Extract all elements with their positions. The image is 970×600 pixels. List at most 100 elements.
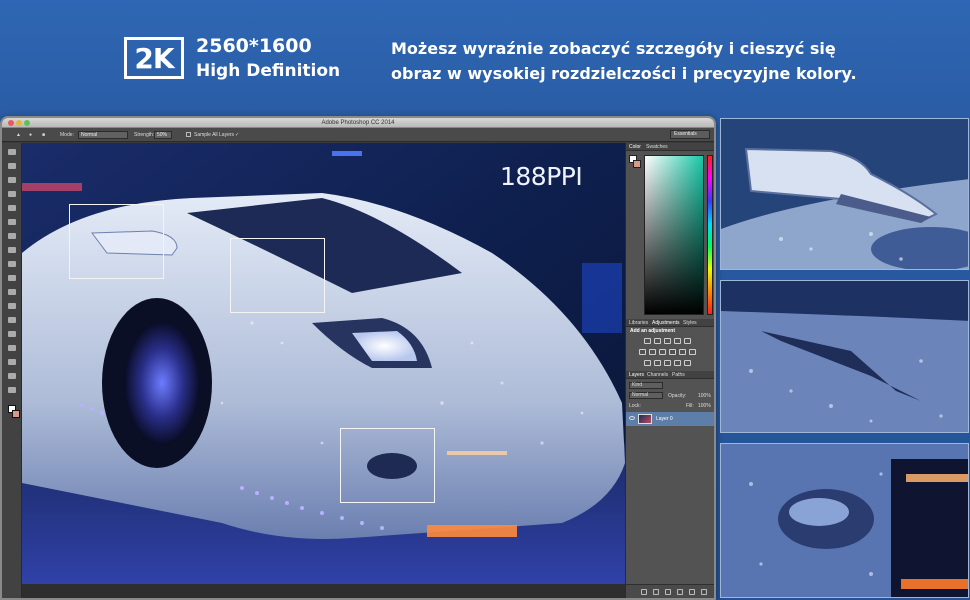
status-bar [22, 584, 625, 598]
layers-panel-tabs: Layers Channels Paths [626, 371, 714, 379]
brush-preset-icon[interactable]: ■ [42, 131, 45, 139]
color-balance-icon[interactable] [649, 349, 656, 355]
strength-label: Strength: [134, 132, 155, 138]
dodge-tool-icon[interactable] [8, 331, 16, 337]
layer-filter-select[interactable]: Kind [629, 382, 663, 389]
blend-mode-select[interactable]: Normal [629, 392, 663, 399]
exposure-icon[interactable] [674, 338, 681, 344]
layer-row[interactable]: Layer 0 [626, 412, 714, 426]
hand-tool-icon[interactable] [8, 387, 16, 393]
type-tool-icon[interactable] [8, 359, 16, 365]
photoshop-window: Adobe Photoshop CC 2014 ▲ ● ■ Mode: Norm… [0, 116, 716, 600]
pen-tool-icon[interactable] [8, 345, 16, 351]
stamp-tool-icon[interactable] [8, 261, 16, 267]
ppi-label: 188PPI [500, 162, 583, 191]
mode-label: Mode: [60, 132, 74, 138]
tagline-line-2: obraz w wysokiej rozdzielczości i precyz… [391, 64, 857, 83]
crop-tool-icon[interactable] [8, 205, 16, 211]
color-picker-field[interactable] [644, 155, 704, 315]
zoom-box-hood-vent [230, 238, 325, 313]
tab-libraries[interactable]: Libraries [629, 320, 648, 326]
threshold-icon[interactable] [664, 360, 671, 366]
gradient-map-icon[interactable] [674, 360, 681, 366]
workspace-select[interactable]: Essentials [670, 130, 710, 139]
quick-select-tool-icon[interactable] [8, 191, 16, 197]
history-brush-tool-icon[interactable] [8, 275, 16, 281]
eyedropper-tool-icon[interactable] [8, 219, 16, 225]
trash-icon[interactable] [701, 589, 707, 595]
zoom-panel-mirror [720, 118, 969, 270]
curves-icon[interactable] [664, 338, 671, 344]
tab-paths[interactable]: Paths [672, 372, 685, 378]
brush-size-icon[interactable]: ● [29, 131, 32, 139]
move-tool-icon[interactable] [8, 149, 16, 155]
lasso-tool-icon[interactable] [8, 177, 16, 183]
strength-input[interactable]: 50% [154, 131, 172, 139]
black-white-icon[interactable] [659, 349, 666, 355]
sample-all-layers-checkbox[interactable] [186, 132, 191, 137]
marquee-tool-icon[interactable] [8, 163, 16, 169]
2k-badge: 2K [124, 37, 184, 79]
new-layer-icon[interactable] [689, 589, 695, 595]
levels-icon[interactable] [654, 338, 661, 344]
hue-slider[interactable] [707, 155, 713, 315]
resolution-block: 2560*1600 High Definition [196, 34, 340, 84]
document-canvas[interactable]: 188PPI [22, 143, 625, 584]
brush-tool-icon[interactable]: ▲ [16, 131, 21, 139]
tab-layers[interactable]: Layers [629, 372, 644, 378]
fill-label: Fill: [686, 403, 694, 409]
healing-tool-icon[interactable] [8, 233, 16, 239]
tagline: Możesz wyraźnie zobaczyć szczegóły i cie… [391, 36, 857, 86]
zoom-panel-hood [720, 280, 969, 433]
vent-detail-image [721, 444, 968, 597]
panel-background-swatch[interactable] [633, 160, 641, 168]
layer-mask-icon[interactable] [665, 589, 671, 595]
photo-filter-icon[interactable] [669, 349, 676, 355]
eraser-tool-icon[interactable] [8, 289, 16, 295]
right-panels: Color Swatches Libraries Adjustments Sty… [625, 143, 714, 598]
zoom-panel-front-vent [720, 443, 969, 598]
window-titlebar: Adobe Photoshop CC 2014 [2, 118, 714, 128]
pressure-icon[interactable]: ✓ [235, 131, 239, 139]
color-panel-tabs: Color Swatches [626, 143, 714, 151]
vibrance-icon[interactable] [684, 338, 691, 344]
selective-color-icon[interactable] [684, 360, 691, 366]
layer-name[interactable]: Layer 0 [656, 416, 673, 422]
layers-footer [626, 584, 714, 598]
link-layers-icon[interactable] [641, 589, 647, 595]
invert-icon[interactable] [644, 360, 651, 366]
tab-swatches[interactable]: Swatches [646, 144, 668, 150]
window-title: Adobe Photoshop CC 2014 [321, 120, 395, 126]
channel-mixer-icon[interactable] [679, 349, 686, 355]
hood-detail-image [721, 281, 968, 432]
tab-styles[interactable]: Styles [683, 320, 697, 326]
zoom-box-front-vent [340, 428, 435, 503]
brightness-icon[interactable] [644, 338, 651, 344]
posterize-icon[interactable] [654, 360, 661, 366]
background-color-swatch[interactable] [12, 410, 20, 418]
gradient-tool-icon[interactable] [8, 303, 16, 309]
hue-saturation-icon[interactable] [639, 349, 646, 355]
adjustments-panel-tabs: Libraries Adjustments Styles [626, 319, 714, 327]
brush-tool-side-icon[interactable] [8, 247, 16, 253]
fill-value[interactable]: 100% [698, 402, 711, 410]
tools-panel [2, 143, 22, 598]
opacity-value[interactable]: 100% [698, 392, 711, 400]
new-fill-layer-icon[interactable] [677, 589, 683, 595]
path-select-tool-icon[interactable] [8, 373, 16, 379]
blur-tool-icon[interactable] [8, 317, 16, 323]
eye-icon[interactable] [629, 416, 635, 420]
zoom-box-mirror [69, 204, 164, 279]
badge-text: 2K [134, 41, 174, 75]
tab-channels[interactable]: Channels [647, 372, 668, 378]
adjustments-title: Add an adjustment [630, 328, 676, 334]
lock-label: Lock: [629, 403, 641, 409]
tab-color[interactable]: Color [629, 144, 641, 150]
options-bar: ▲ ● ■ Mode: Normal Strength: 50% Sample … [2, 128, 714, 142]
resolution-text: 2560*1600 [196, 35, 312, 57]
mode-select[interactable]: Normal [78, 131, 128, 139]
layer-style-icon[interactable] [653, 589, 659, 595]
tab-adjustments[interactable]: Adjustments [652, 320, 680, 326]
color-lookup-icon[interactable] [689, 349, 696, 355]
layer-thumbnail [638, 414, 652, 424]
